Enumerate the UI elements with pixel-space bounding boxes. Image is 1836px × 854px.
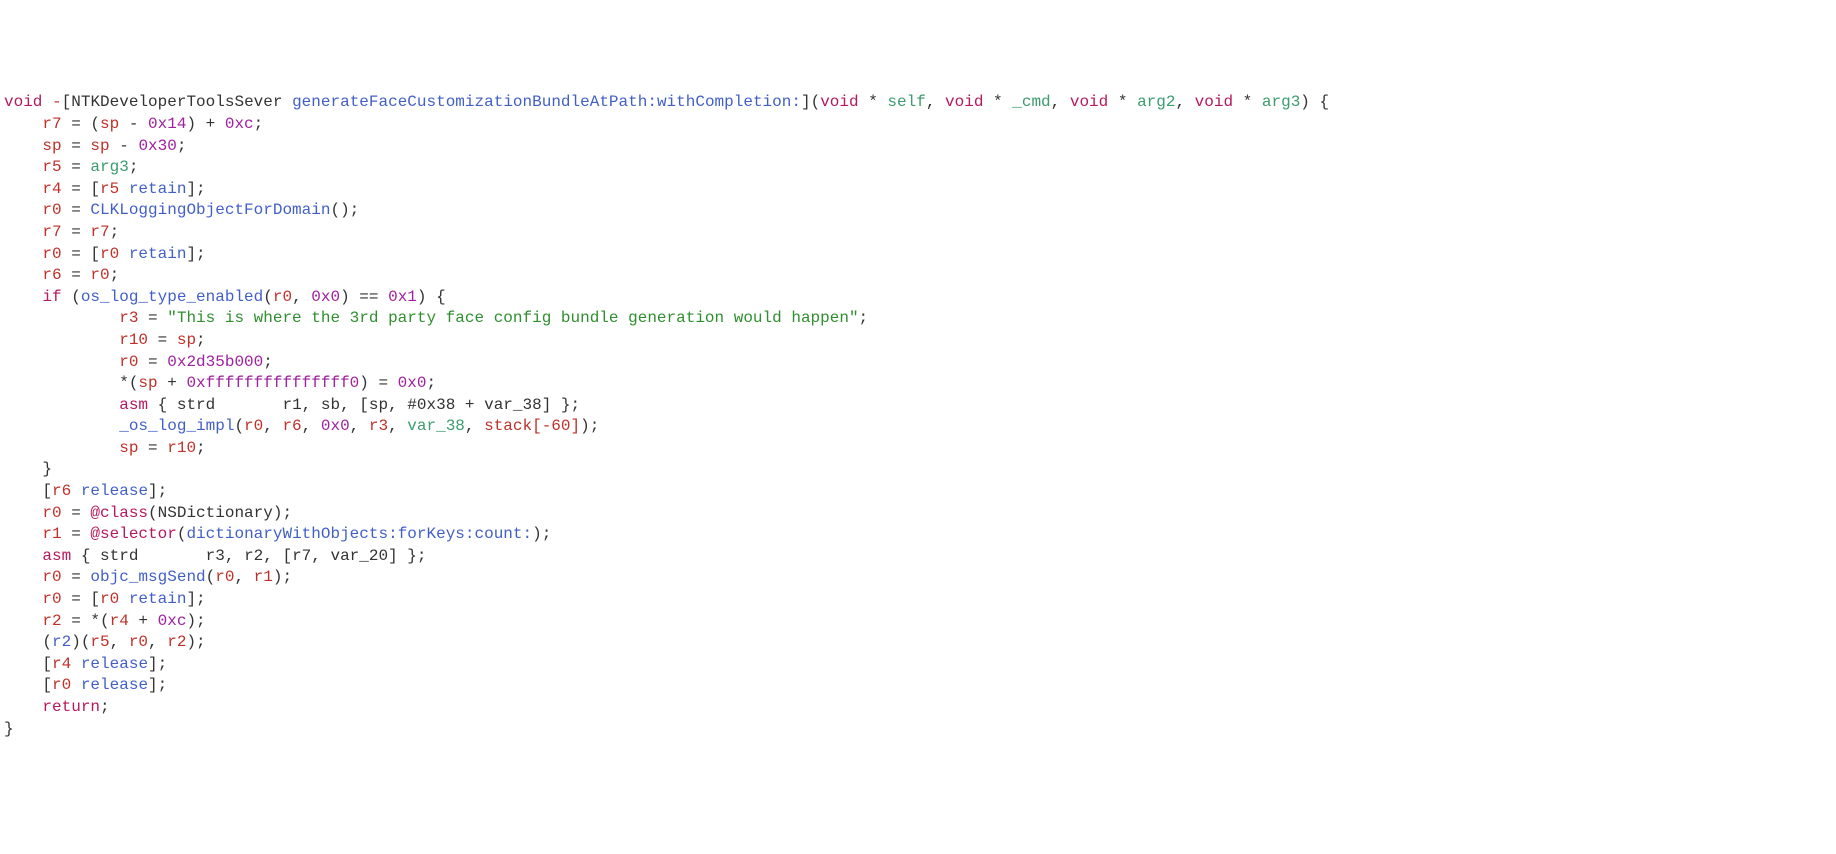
code-line: return; [42,698,109,716]
return-type: void [4,93,42,111]
param-arg3: arg3 [1262,93,1300,111]
code-line: r0 = [r0 retain]; [42,245,205,263]
code-line: if (os_log_type_enabled(r0, 0x0) == 0x1)… [42,288,445,306]
code-block: void -[NTKDeveloperToolsSever generateFa… [4,92,1832,740]
code-line: _os_log_impl(r0, r6, 0x0, r3, var_38, st… [119,417,599,435]
code-line: r5 = arg3; [42,158,138,176]
code-line: r0 = 0x2d35b000; [119,353,273,371]
code-line: r4 = [r5 retain]; [42,180,205,198]
code-line: r7 = r7; [42,223,119,241]
code-line: } [4,720,14,738]
code-line: (r2)(r5, r0, r2); [42,633,205,651]
code-line: r2 = *(r4 + 0xc); [42,612,205,630]
code-line: r0 = objc_msgSend(r0, r1); [42,568,292,586]
selector: generateFaceCustomizationBundleAtPath:wi… [292,93,801,111]
code-line: r0 = @class(NSDictionary); [42,504,292,522]
log-string: "This is where the 3rd party face config… [167,309,858,327]
code-line: *(sp + 0xfffffffffffffff0) = 0x0; [119,374,436,392]
code-line: asm { strd r1, sb, [sp, #0x38 + var_38] … [119,396,580,414]
param-cmd: _cmd [1012,93,1050,111]
code-line: [r4 release]; [42,655,167,673]
code-line: r1 = @selector(dictionaryWithObjects:for… [42,525,551,543]
code-line: sp = r10; [119,439,205,457]
code-line: sp = sp - 0x30; [42,137,186,155]
param-arg2: arg2 [1137,93,1175,111]
code-line: [r0 release]; [42,676,167,694]
minus: - [52,93,62,111]
code-line: r3 = "This is where the 3rd party face c… [119,309,868,327]
code-line: r0 = CLKLoggingObjectForDomain(); [42,201,359,219]
signature-line: void -[NTKDeveloperToolsSever generateFa… [4,93,1329,111]
code-line: r6 = r0; [42,266,119,284]
code-line: [r6 release]; [42,482,167,500]
class-name: NTKDeveloperToolsSever [71,93,282,111]
code-line: r10 = sp; [119,331,205,349]
param-self: self [887,93,925,111]
code-line: r7 = (sp - 0x14) + 0xc; [42,115,263,133]
code-line: asm { strd r3, r2, [r7, var_20] }; [42,547,426,565]
code-line: r0 = [r0 retain]; [42,590,205,608]
code-line: } [42,460,52,478]
